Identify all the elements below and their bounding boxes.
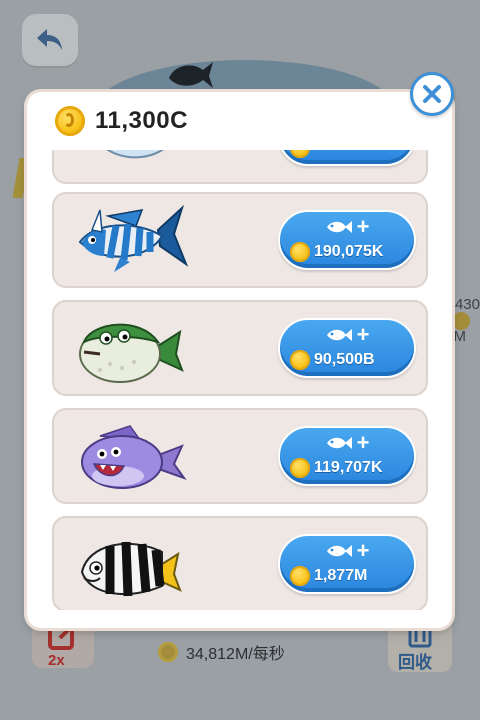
dark-fish-icon <box>169 62 213 88</box>
gold-coin-icon <box>55 106 85 136</box>
plus-icon: + <box>356 214 370 239</box>
price-text: 1,877M <box>314 567 368 584</box>
list-item: + 90,500B <box>52 300 428 396</box>
buy-fish-button[interactable]: + 1,877M <box>278 534 416 594</box>
income-rate-text: 34,812M/每秒 <box>186 646 285 663</box>
coin-balance-text: 11,300C <box>95 107 188 134</box>
list-item: + 119,707K <box>52 408 428 504</box>
list-item: + 190,075K <box>52 192 428 288</box>
price-coin-icon <box>290 350 310 370</box>
angelfish-icon <box>80 541 182 597</box>
price-text: 90,500B <box>314 351 375 368</box>
close-icon <box>423 85 441 103</box>
side-value-unit: M <box>453 328 467 345</box>
green-puffer-fish-icon <box>79 323 184 383</box>
list-item <box>52 150 428 184</box>
recycle-label: 回收 <box>398 653 432 672</box>
fish-icon <box>326 545 352 557</box>
shop-modal: 11,300C + 190,075K + 90,500B + 119,707K … <box>27 92 452 628</box>
fish-icon <box>326 437 352 449</box>
list-item: + 1,877M <box>52 516 428 610</box>
blue-fish-icon <box>106 150 164 159</box>
price-coin-icon <box>290 242 310 262</box>
price-coin-icon <box>290 458 310 478</box>
back-button[interactable] <box>22 14 78 66</box>
plus-icon: + <box>356 538 370 563</box>
price-coin-icon <box>290 150 310 158</box>
buy-fish-button[interactable]: + 90,500B <box>278 318 416 378</box>
buy-fish-button[interactable] <box>278 150 416 166</box>
buy-fish-button[interactable]: + 119,707K <box>278 426 416 486</box>
fish-icon <box>326 329 352 341</box>
plus-icon: + <box>356 322 370 347</box>
striped-blue-fish-icon <box>78 204 189 272</box>
fish-icon <box>326 221 352 233</box>
income-rate: 34,812M/每秒 <box>158 640 285 664</box>
income-coin-icon <box>158 642 178 662</box>
side-value-number: 430 <box>454 296 480 313</box>
close-button[interactable] <box>410 72 454 116</box>
price-coin-icon <box>290 566 310 586</box>
speed-badge: 2x <box>48 652 65 669</box>
undo-arrow-icon <box>37 29 62 50</box>
fish-shop-list[interactable]: + 190,075K + 90,500B + 119,707K + 1,877M <box>52 150 428 610</box>
price-text: 190,075K <box>314 243 384 260</box>
plus-icon: + <box>356 430 370 455</box>
price-text: 119,707K <box>314 459 383 476</box>
coin-balance: 11,300C <box>55 106 188 136</box>
buy-fish-button[interactable]: + 190,075K <box>278 210 416 270</box>
purple-monster-fish-icon <box>81 425 187 489</box>
